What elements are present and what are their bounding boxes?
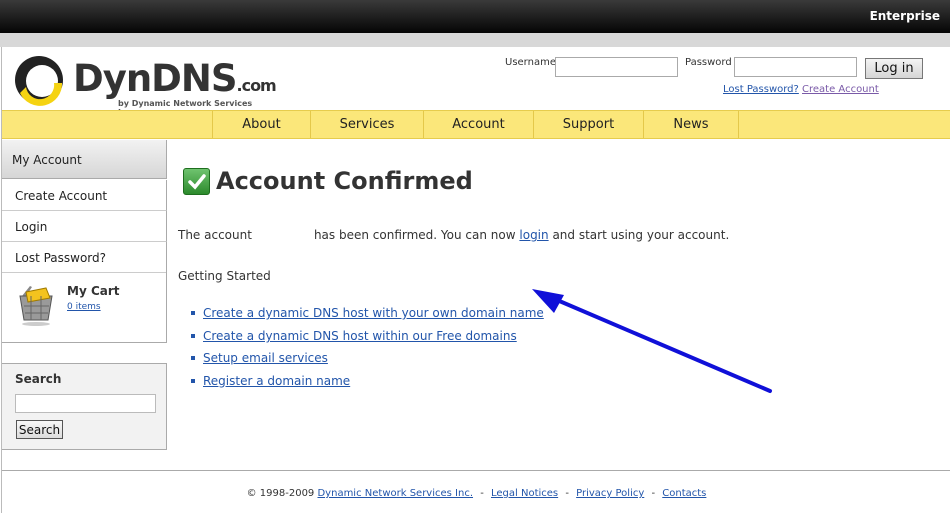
logo-wordmark: DynDNS.com [73,57,277,100]
footer-legal-link[interactable]: Legal Notices [491,488,558,499]
top-bar: Enterprise [0,0,950,33]
dyndns-logo[interactable]: DynDNS.com by Dynamic Network Services I… [12,53,277,117]
shopping-basket-icon [19,286,53,326]
checkmark-icon [183,168,210,195]
confirmation-message: The account has been confirmed. You can n… [178,228,730,242]
search-input[interactable] [15,394,156,413]
main-nav: About Services Account Support News [2,110,950,139]
annotation-arrow-icon [532,289,772,393]
footer-contacts-link[interactable]: Contacts [662,488,706,499]
link-email-services[interactable]: Setup email services [203,351,328,365]
password-input[interactable] [734,57,857,77]
create-account-link[interactable]: Create Account [802,84,879,95]
logo-icon [15,56,63,106]
enterprise-link[interactable]: Enterprise [870,9,940,23]
search-panel: Search Search [2,363,167,450]
search-title: Search [15,372,62,386]
sidebar-item-login[interactable]: Login [2,211,167,242]
search-button[interactable]: Search [16,420,63,439]
link-free-domain-host[interactable]: Create a dynamic DNS host within our Fre… [203,329,517,343]
page-title: Account Confirmed [216,167,473,195]
footer-company-link[interactable]: Dynamic Network Services Inc. [317,488,473,499]
link-register-domain[interactable]: Register a domain name [203,374,350,388]
sidebar-header-my-account[interactable]: My Account [2,140,167,179]
footer-divider [2,470,950,471]
login-link[interactable]: login [519,228,548,242]
list-item: Setup email services [191,351,328,365]
getting-started-heading: Getting Started [178,269,271,283]
nav-support[interactable]: Support [533,111,643,138]
username-input[interactable] [555,57,678,77]
list-item: Create a dynamic DNS host with your own … [191,306,544,320]
username-label: Username [505,57,556,68]
nav-about[interactable]: About [212,111,310,138]
nav-news[interactable]: News [643,111,739,138]
lost-password-link[interactable]: Lost Password? [723,84,799,95]
nav-services[interactable]: Services [310,111,423,138]
footer-privacy-link[interactable]: Privacy Policy [576,488,644,499]
footer: © 1998-2009 Dynamic Network Services Inc… [246,488,707,499]
nav-account[interactable]: Account [423,111,533,138]
cart-items-link[interactable]: 0 items [67,302,101,312]
list-item: Create a dynamic DNS host within our Fre… [191,329,517,343]
sidebar-item-lost-password[interactable]: Lost Password? [2,242,167,273]
cart-title: My Cart [67,284,120,298]
list-item: Register a domain name [191,374,350,388]
link-custom-domain-host[interactable]: Create a dynamic DNS host with your own … [203,306,544,320]
sidebar-item-create-account[interactable]: Create Account [2,180,167,211]
page: DynDNS.com by Dynamic Network Services I… [1,47,950,513]
login-button[interactable]: Log in [865,58,923,79]
header-divider [0,33,950,47]
my-cart-panel: My Cart 0 items [2,272,167,343]
password-label: Password [685,57,732,68]
copyright-text: © 1998-2009 [246,488,315,499]
